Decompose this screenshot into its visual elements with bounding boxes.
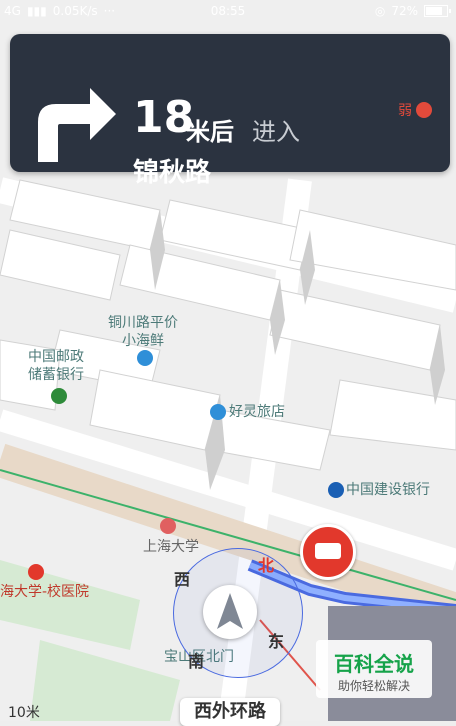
battery-percent: 72% bbox=[391, 4, 418, 18]
poi-shanghai-university[interactable]: 上海大学 bbox=[143, 538, 199, 556]
map-scale: 10米 bbox=[8, 705, 40, 721]
compass-east: 东 bbox=[268, 632, 285, 651]
compass-west: 西 bbox=[174, 570, 191, 589]
navigation-banner[interactable]: 18 米后 进入 锦秋路 弱 bbox=[10, 34, 450, 188]
hotel-icon bbox=[210, 404, 226, 420]
poi-postal-bank[interactable]: 中国邮政 储蓄银行 bbox=[28, 348, 84, 384]
location-icon: ◎ bbox=[374, 4, 386, 18]
gps-signal-indicator[interactable]: 弱 bbox=[398, 100, 432, 120]
distance-unit: 米后 bbox=[186, 118, 234, 146]
gps-signal-icon bbox=[416, 102, 432, 118]
turn-right-arrow-icon bbox=[38, 88, 116, 162]
watermark-subtitle: 助你轻松解决 bbox=[337, 679, 410, 693]
hospital-icon bbox=[28, 564, 44, 580]
bank-icon bbox=[51, 388, 67, 404]
signal-label: 弱 bbox=[398, 103, 412, 119]
compass-north: 北 bbox=[258, 556, 275, 575]
battery-icon bbox=[424, 5, 451, 17]
current-road-label: 西外环路 bbox=[180, 698, 280, 726]
turn-action: 进入 bbox=[252, 118, 300, 146]
compass-south: 南 bbox=[188, 652, 205, 671]
watermark-title: 百科全说 bbox=[334, 652, 414, 676]
navigation-arrow-icon bbox=[217, 593, 243, 629]
watermark: 百科全说 助你轻松解决 bbox=[316, 640, 432, 698]
poi-hospital[interactable]: 海大学-校医院 bbox=[0, 583, 89, 601]
location-arrow-button[interactable] bbox=[203, 585, 257, 639]
poi-hotel[interactable]: 好灵旅店 bbox=[229, 403, 285, 421]
metro-icon bbox=[160, 518, 176, 534]
camera-icon bbox=[315, 543, 341, 559]
poi-ccb[interactable]: 中国建设银行 bbox=[346, 481, 430, 499]
status-bar: 4G ▮▮▮ 0.05K/s ··· 08:55 ◎ 72% bbox=[0, 0, 456, 24]
next-road-name: 锦秋路 bbox=[133, 158, 212, 188]
speed-camera-marker[interactable] bbox=[300, 524, 356, 580]
restaurant-icon bbox=[137, 350, 153, 366]
ccb-bank-icon bbox=[328, 482, 344, 498]
poi-seafood[interactable]: 铜川路平价 小海鲜 bbox=[108, 314, 178, 350]
